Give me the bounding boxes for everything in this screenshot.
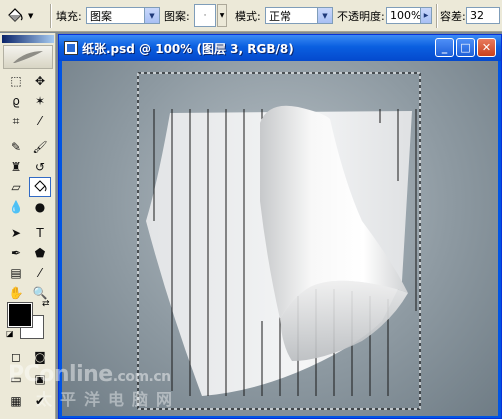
maximize-button[interactable]: □ [456,38,475,57]
opacity-value: 100% [390,9,420,22]
paint-bucket-icon[interactable] [29,177,51,197]
chevron-down-icon: ▼ [28,12,34,20]
eraser-tool-icon[interactable]: ▱ [5,177,27,197]
close-icon: ✕ [481,41,492,54]
tolerance-label: 容差: [440,10,466,23]
fill-label: 填充: [56,10,82,23]
tool-preset-picker[interactable]: ▼ [4,0,33,32]
blur-tool-icon[interactable]: 💧 [5,197,27,217]
move-tool-icon[interactable]: ✥ [29,71,51,91]
pattern-swatch[interactable]: · [194,4,216,27]
lasso-tool-icon[interactable]: ϱ [5,91,27,111]
shape-tool-icon[interactable]: ⬟ [29,243,51,263]
default-colors-icon[interactable]: ◪ [6,329,14,338]
mode-value: 正常 [269,9,291,23]
paint-bucket-icon [8,8,23,22]
fill-select[interactable]: 图案 ▼ [86,7,160,24]
healing-brush-icon[interactable]: ✎ [5,137,27,157]
pen-tool-icon[interactable]: ✒ [5,243,27,263]
chevron-down-icon: ▼ [144,8,159,23]
mode-label: 模式: [235,10,261,23]
foreground-color-swatch[interactable] [7,302,33,328]
clone-stamp-icon[interactable]: ♜ [5,157,27,177]
history-brush-icon[interactable]: ↺ [29,157,51,177]
close-button[interactable]: ✕ [477,38,496,57]
notes-tool-icon[interactable]: ▤ [5,263,27,283]
eyedropper-icon[interactable]: ⁄ [29,263,51,283]
psd-file-icon [64,41,78,55]
mode-select[interactable]: 正常 ▼ [265,7,333,24]
tolerance-value: 32 [470,9,484,22]
watermark-domain: .com.cn [112,369,171,385]
fill-value: 图案 [90,9,112,23]
maximize-icon: □ [460,41,471,54]
swap-colors-icon[interactable]: ⇄ [42,299,50,309]
magic-wand-icon[interactable]: ✶ [29,91,51,111]
pattern-label: 图案: [164,10,190,23]
opacity-input[interactable]: 100% ▶ [386,7,432,24]
watermark-cn: 太平洋电脑网 [36,390,181,409]
feather-logo-icon[interactable] [3,45,53,69]
minimize-button[interactable]: _ [435,38,454,57]
hand-tool-icon[interactable]: ✋ [5,283,27,303]
pattern-picker-button[interactable]: ▼ [217,4,227,27]
marquee-tool-icon[interactable]: ⬚ [5,71,27,91]
minimize-icon: _ [441,41,448,54]
path-selection-icon[interactable]: ➤ [5,223,27,243]
chevron-down-icon: ▼ [219,12,225,19]
separator [50,4,51,28]
type-tool-icon[interactable]: T [29,223,51,243]
separator [436,4,437,28]
tolerance-input[interactable]: 32 [466,7,500,24]
chevron-right-icon: ▶ [420,8,431,23]
toolbox-titlebar[interactable] [2,35,54,43]
slice-tool-icon[interactable]: ⁄ [29,111,51,131]
chevron-down-icon: ▼ [317,8,332,23]
brush-tool-icon[interactable]: 🖌 [29,137,51,157]
watermark-text: PConline [8,362,113,387]
document-title: 纸张.psd @ 100% (图层 3, RGB/8) [82,41,294,56]
crop-tool-icon[interactable]: ⌗ [5,111,27,131]
dodge-tool-icon[interactable]: ● [29,197,51,217]
opacity-label: 不透明度: [337,10,385,23]
options-bar: ▼ 填充: 图案 ▼ 图案: · ▼ 模式: 正常 ▼ 不透明度: 100% ▶… [0,0,502,32]
screen-mode-fullscreen-icon[interactable]: ▦ [5,391,27,411]
watermark: PConline.com.cn [8,362,171,387]
